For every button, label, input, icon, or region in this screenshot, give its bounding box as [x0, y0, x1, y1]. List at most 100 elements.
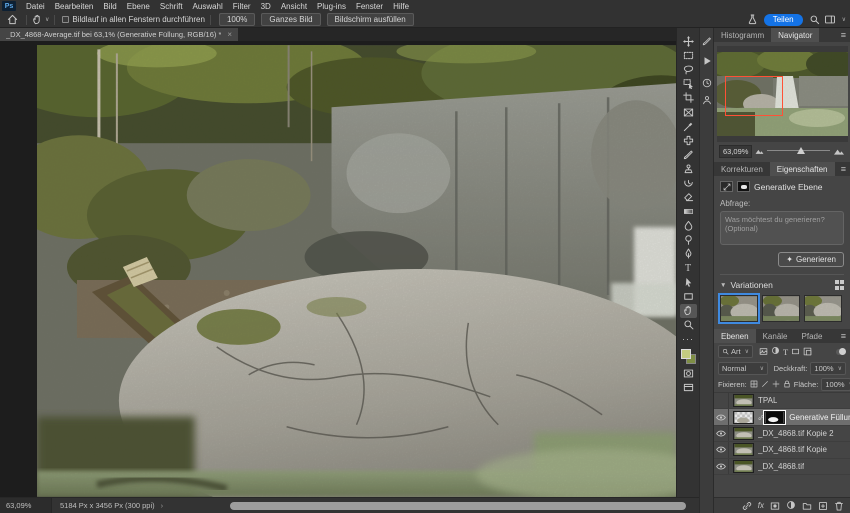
tab-kanaele[interactable]: Kanäle [756, 329, 795, 343]
layer-filter-kind[interactable]: Art ∨ [718, 345, 753, 358]
filter-adjustment-layers-icon[interactable] [771, 346, 780, 357]
canvas-image[interactable] [37, 45, 676, 497]
lock-pixels-icon[interactable] [761, 380, 769, 388]
pen-tool[interactable] [680, 247, 697, 261]
new-group-folder-icon[interactable] [802, 501, 812, 511]
variation-thumbnail-3[interactable] [804, 295, 842, 322]
zoom-out-mountain-icon[interactable] [755, 147, 764, 155]
prompt-input[interactable] [720, 211, 844, 245]
scroll-all-windows-checkbox[interactable] [62, 16, 70, 23]
menu-bearbeiten[interactable]: Bearbeiten [50, 2, 99, 11]
healing-brush-tool[interactable] [680, 133, 697, 147]
tab-eigenschaften[interactable]: Eigenschaften [769, 162, 835, 176]
layer-row-tpal[interactable]: TPAL [714, 393, 850, 410]
type-tool[interactable]: T [680, 261, 697, 275]
visibility-toggle[interactable] [714, 442, 729, 458]
marquee-tool[interactable] [680, 48, 697, 62]
tab-korrekturen[interactable]: Korrekturen [714, 162, 770, 176]
filter-shape-layers-icon[interactable] [791, 347, 800, 356]
share-button[interactable]: Teilen [763, 13, 803, 26]
fill-screen-button[interactable]: Bildschirm ausfüllen [326, 13, 414, 26]
screen-mode-button[interactable] [680, 380, 697, 394]
fill-field[interactable]: 100%∨ [821, 377, 850, 391]
history-brush-tool[interactable] [680, 176, 697, 190]
layer-mask-thumbnail[interactable] [763, 409, 787, 425]
layer-style-fx-icon[interactable]: fx [758, 501, 764, 510]
layer-row-kopie[interactable]: _DX_4868.tif Kopie [714, 442, 850, 459]
zoom-in-mountain-icon[interactable] [833, 146, 845, 156]
navigator-view-rectangle[interactable] [725, 76, 783, 116]
zoom-100-button[interactable]: 100% [218, 13, 256, 26]
dodge-tool[interactable] [680, 233, 697, 247]
hand-tool[interactable] [679, 303, 697, 318]
menu-hilfe[interactable]: Hilfe [388, 2, 414, 11]
new-layer-icon[interactable] [818, 501, 828, 511]
navigator-zoom-field[interactable]: 63,09% [719, 144, 753, 158]
color-swatches[interactable] [680, 349, 696, 365]
canvas-area[interactable] [0, 41, 676, 497]
chevron-down-icon[interactable]: ∨ [842, 16, 846, 23]
fit-screen-button[interactable]: Ganzes Bild [261, 13, 321, 26]
libraries-icon[interactable] [702, 95, 712, 105]
foreground-color-swatch[interactable] [680, 349, 691, 360]
layer-thumbnail[interactable] [733, 394, 754, 408]
beta-flask-icon[interactable] [747, 14, 758, 25]
move-tool[interactable] [680, 34, 697, 48]
layer-thumbnail[interactable] [733, 426, 754, 440]
variation-thumbnail-1[interactable] [718, 293, 760, 324]
close-tab-icon[interactable]: × [227, 30, 232, 39]
zoom-tool[interactable] [680, 318, 697, 332]
delete-layer-trash-icon[interactable] [834, 501, 844, 511]
status-zoom-field[interactable]: 63,09% [0, 498, 52, 513]
menu-datei[interactable]: Datei [21, 2, 50, 11]
layer-row-kopie2[interactable]: _DX_4868.tif Kopie 2 [714, 425, 850, 443]
layer-filter-toggle[interactable] [836, 347, 846, 355]
visibility-toggle[interactable] [714, 458, 729, 474]
lock-all-icon[interactable] [783, 380, 791, 388]
navigator-preview[interactable] [717, 46, 848, 142]
blend-mode-select[interactable]: Normal ∨ [718, 361, 768, 375]
opacity-field[interactable]: 100% ∨ [810, 361, 846, 375]
frame-tool[interactable] [680, 105, 697, 119]
panel-menu-icon[interactable]: ≡ [837, 329, 850, 343]
crop-tool[interactable] [680, 91, 697, 105]
add-mask-icon[interactable] [770, 501, 780, 511]
blur-tool[interactable] [680, 218, 697, 232]
workspace-switcher-icon[interactable] [824, 14, 836, 25]
search-icon[interactable] [809, 14, 820, 25]
visibility-toggle[interactable] [714, 409, 729, 425]
menu-ebene[interactable]: Ebene [122, 2, 155, 11]
adjustment-layer-icon[interactable] [786, 497, 796, 513]
grid-view-icon[interactable] [834, 280, 844, 290]
history-icon[interactable] [702, 78, 712, 88]
collapse-arrow-icon[interactable]: ▼ [720, 282, 726, 289]
lock-transparent-icon[interactable] [750, 380, 758, 388]
visibility-toggle[interactable] [714, 425, 729, 442]
filter-type-layers-icon[interactable]: T [783, 347, 788, 357]
tab-navigator[interactable]: Navigator [771, 28, 820, 42]
panel-menu-icon[interactable]: ≡ [837, 28, 850, 42]
menu-filter[interactable]: Filter [228, 2, 256, 11]
actions-icon[interactable] [702, 53, 712, 71]
layer-thumbnail[interactable] [733, 459, 754, 473]
menu-fenster[interactable]: Fenster [351, 2, 388, 11]
filter-pixel-layers-icon[interactable] [759, 347, 768, 356]
link-layers-icon[interactable] [742, 501, 752, 511]
menu-3d[interactable]: 3D [256, 2, 276, 11]
navigator-zoom-slider[interactable] [767, 146, 830, 156]
brush-tool[interactable] [680, 148, 697, 162]
filter-smart-object-icon[interactable] [803, 347, 812, 356]
eraser-tool[interactable] [680, 190, 697, 204]
menu-bild[interactable]: Bild [98, 2, 121, 11]
visibility-toggle[interactable] [714, 393, 729, 409]
generate-button[interactable]: ✦ Generieren [778, 252, 844, 267]
hand-tool-preset-icon[interactable] [32, 14, 43, 25]
lasso-tool[interactable] [680, 62, 697, 76]
variation-thumbnail-2[interactable] [762, 295, 800, 322]
chevron-down-icon[interactable]: ∨ [45, 16, 49, 23]
clone-stamp-tool[interactable] [680, 162, 697, 176]
tab-histogramm[interactable]: Histogramm [714, 28, 771, 42]
layer-thumbnail[interactable] [733, 410, 754, 424]
menu-ansicht[interactable]: Ansicht [276, 2, 312, 11]
status-chevron-icon[interactable]: › [161, 501, 164, 510]
